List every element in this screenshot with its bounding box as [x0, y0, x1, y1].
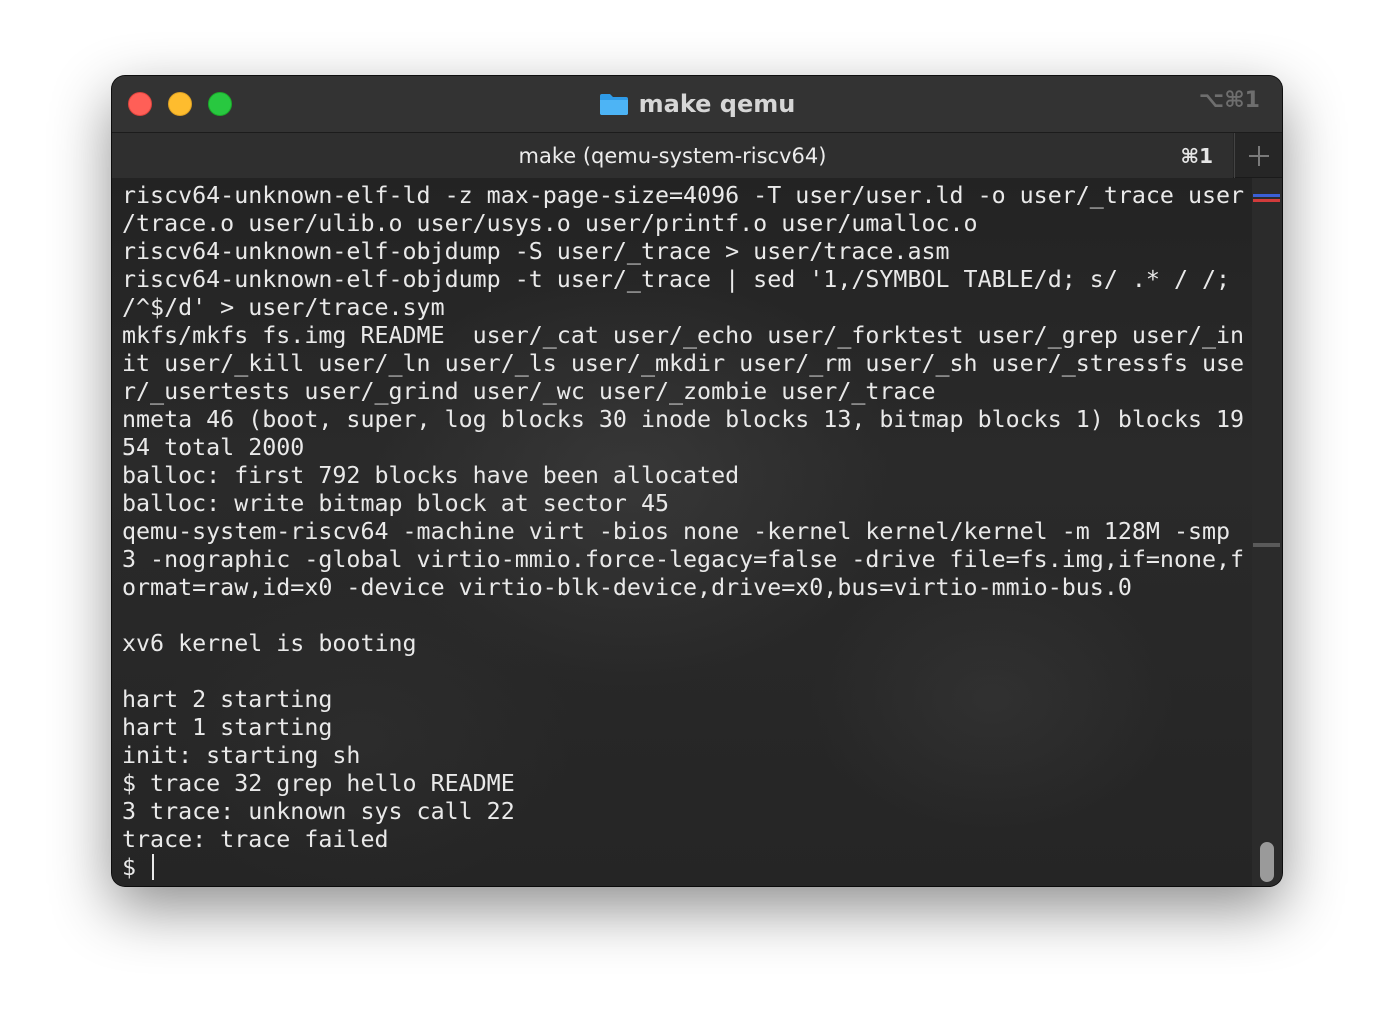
tab-bar: make (qemu-system-riscv64) ⌘1 — [112, 132, 1282, 178]
terminal-line: mkfs/mkfs fs.img README user/_cat user/_… — [122, 322, 1245, 349]
terminal-line: riscv64-unknown-elf-objdump -t user/_tra… — [122, 266, 1231, 293]
title-bar[interactable]: make qemu ⌥⌘1 — [112, 76, 1282, 132]
scrollbar[interactable] — [1252, 178, 1282, 886]
tab-label: make (qemu-system-riscv64) — [518, 143, 827, 168]
window-title-container: make qemu — [112, 76, 1282, 132]
terminal-line: hart 1 starting — [122, 714, 333, 741]
scrollbar-thumb[interactable] — [1260, 842, 1274, 882]
terminal-line: 3 -nographic -global virtio-mmio.force-l… — [122, 546, 1245, 573]
tab-make-qemu[interactable]: make (qemu-system-riscv64) ⌘1 — [112, 133, 1233, 178]
terminal-line: xv6 kernel is booting — [122, 630, 417, 657]
terminal-line: 3 trace: unknown sys call 22 — [122, 798, 515, 825]
scroll-mark — [1253, 194, 1280, 197]
window-title: make qemu — [638, 90, 796, 118]
terminal-line: /^$/d' > user/trace.sym — [122, 294, 445, 321]
terminal-line: nmeta 46 (boot, super, log blocks 30 ino… — [122, 406, 1245, 433]
terminal-line: balloc: write bitmap block at sector 45 — [122, 490, 670, 517]
scroll-mark — [1253, 543, 1280, 547]
terminal-line: balloc: first 792 blocks have been alloc… — [122, 462, 740, 489]
scroll-mark — [1253, 199, 1280, 202]
text-cursor — [152, 854, 155, 880]
terminal-window: make qemu ⌥⌘1 make (qemu-system-riscv64)… — [112, 76, 1282, 886]
terminal-line: /trace.o user/ulib.o user/usys.o user/pr… — [122, 210, 978, 237]
terminal-line: 54 total 2000 — [122, 434, 305, 461]
terminal-line: init: starting sh — [122, 742, 361, 769]
shell-prompt: $ — [122, 854, 151, 881]
new-tab-button[interactable] — [1234, 133, 1282, 178]
tab-shortcut-label: ⌘1 — [1180, 144, 1213, 168]
terminal-line: hart 2 starting — [122, 686, 333, 713]
folder-icon — [599, 92, 629, 116]
terminal-line: r/_usertests user/_grind user/_wc user/_… — [122, 378, 936, 405]
terminal-line: it user/_kill user/_ln user/_ls user/_mk… — [122, 350, 1245, 377]
prompt-line[interactable]: $ — [122, 854, 1247, 882]
plus-icon — [1248, 145, 1269, 166]
terminal-line: qemu-system-riscv64 -machine virt -bios … — [122, 518, 1231, 545]
terminal-line: trace: trace failed — [122, 826, 389, 853]
terminal-text: riscv64-unknown-elf-ld -z max-page-size=… — [122, 182, 1247, 882]
terminal-line: $ trace 32 grep hello README — [122, 770, 515, 797]
terminal-output-area[interactable]: riscv64-unknown-elf-ld -z max-page-size=… — [112, 178, 1282, 886]
terminal-line: riscv64-unknown-elf-ld -z max-page-size=… — [122, 182, 1245, 209]
window-shortcut-label: ⌥⌘1 — [1198, 88, 1260, 113]
terminal-line: ormat=raw,id=x0 -device virtio-blk-devic… — [122, 574, 1132, 601]
terminal-line: riscv64-unknown-elf-objdump -S user/_tra… — [122, 238, 950, 265]
